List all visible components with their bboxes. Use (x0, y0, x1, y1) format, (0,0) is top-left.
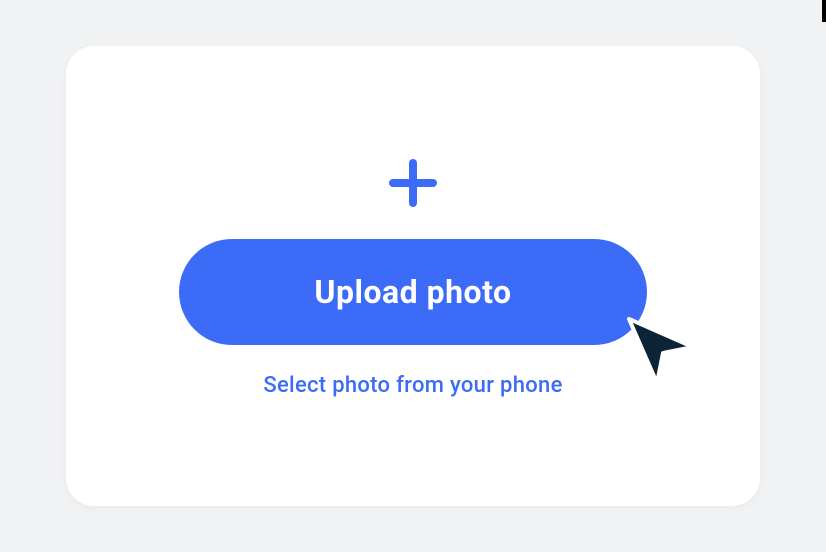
upload-button-label: Upload photo (314, 273, 511, 311)
edge-marker (822, 0, 826, 22)
upload-card: Upload photo Select photo from your phon… (66, 46, 760, 506)
upload-photo-button[interactable]: Upload photo (179, 239, 647, 345)
helper-text: Select photo from your phone (263, 373, 562, 398)
plus-icon (385, 155, 441, 211)
